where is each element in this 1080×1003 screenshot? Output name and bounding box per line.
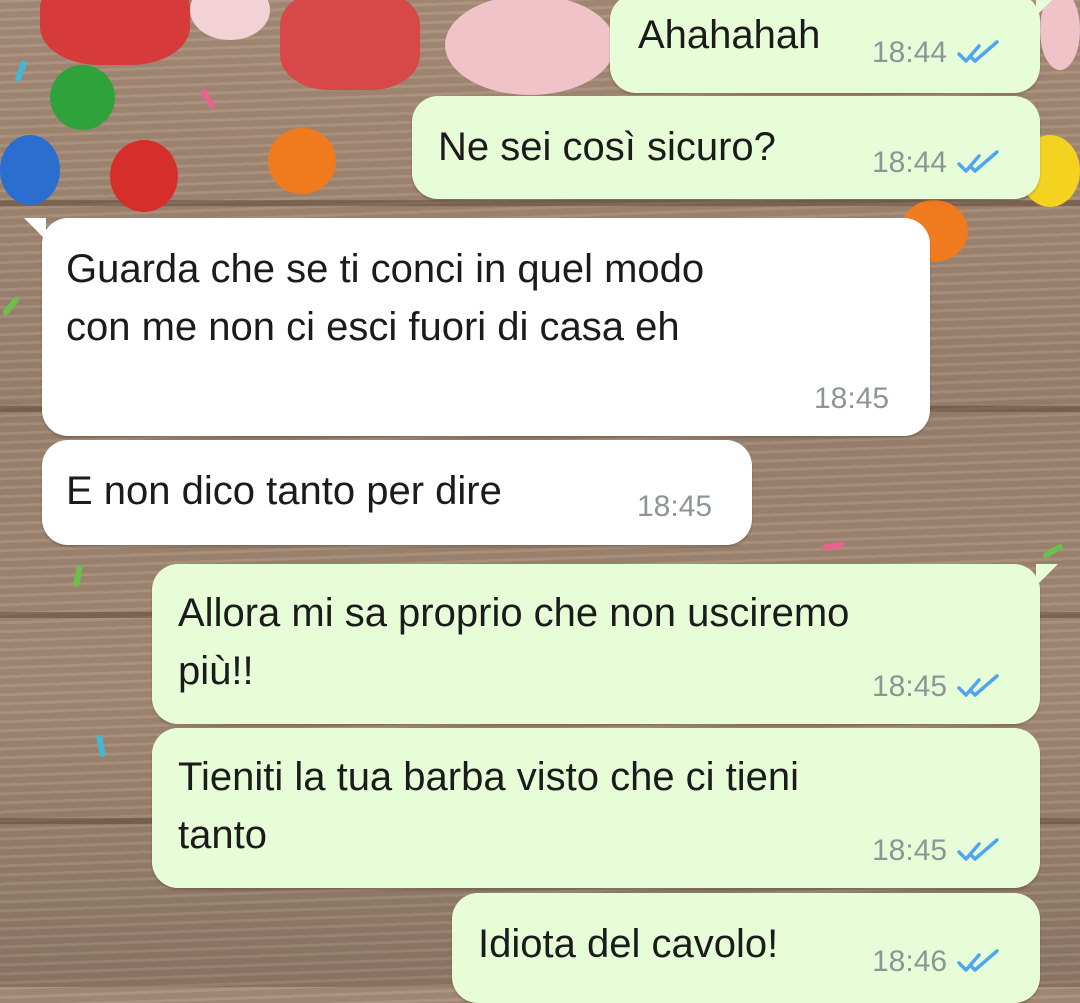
message-bubble[interactable]: Tieniti la tua barba visto che ci tieni … (152, 728, 1040, 888)
message-time: 18:44 (872, 146, 948, 179)
message-time: 18:45 (814, 382, 890, 415)
message-time: 18:45 (637, 490, 713, 523)
message-meta: 18:45 (872, 834, 1001, 868)
message-text: Idiota del cavolo! (478, 922, 779, 966)
message-meta: 18:44 (872, 146, 1001, 180)
double-check-icon (957, 674, 999, 697)
message-text: Allora mi sa proprio che non usciremo pi… (178, 591, 850, 693)
message-text: Ahahahah (638, 13, 821, 57)
message-text: E non dico tanto per dire (66, 469, 502, 513)
message-text: Guarda che se ti conci in quel modo con … (66, 247, 705, 349)
message-meta: 18:45 (814, 382, 889, 416)
message-meta: 18:44 (872, 36, 1001, 70)
message-meta: 18:45 (637, 490, 712, 524)
message-meta: 18:45 (872, 670, 1001, 704)
message-bubble[interactable]: E non dico tanto per dire 18:45 (42, 440, 752, 545)
message-bubble[interactable]: Ahahahah 18:44 (610, 0, 1058, 93)
double-check-icon (957, 150, 999, 173)
message-bubble[interactable]: Ne sei così sicuro? 18:44 (412, 96, 1040, 199)
message-bubble[interactable]: Allora mi sa proprio che non usciremo pi… (152, 564, 1058, 724)
message-bubble[interactable]: Guarda che se ti conci in quel modo con … (24, 218, 930, 436)
message-time: 18:44 (872, 36, 948, 69)
message-meta: 18:46 (872, 945, 1001, 979)
double-check-icon (957, 838, 999, 861)
message-time: 18:45 (872, 834, 948, 867)
message-time: 18:46 (872, 945, 948, 978)
message-text: Tieniti la tua barba visto che ci tieni … (178, 755, 800, 857)
double-check-icon (957, 949, 999, 972)
message-text: Ne sei così sicuro? (438, 125, 776, 169)
message-time: 18:45 (872, 670, 948, 703)
double-check-icon (957, 40, 999, 63)
